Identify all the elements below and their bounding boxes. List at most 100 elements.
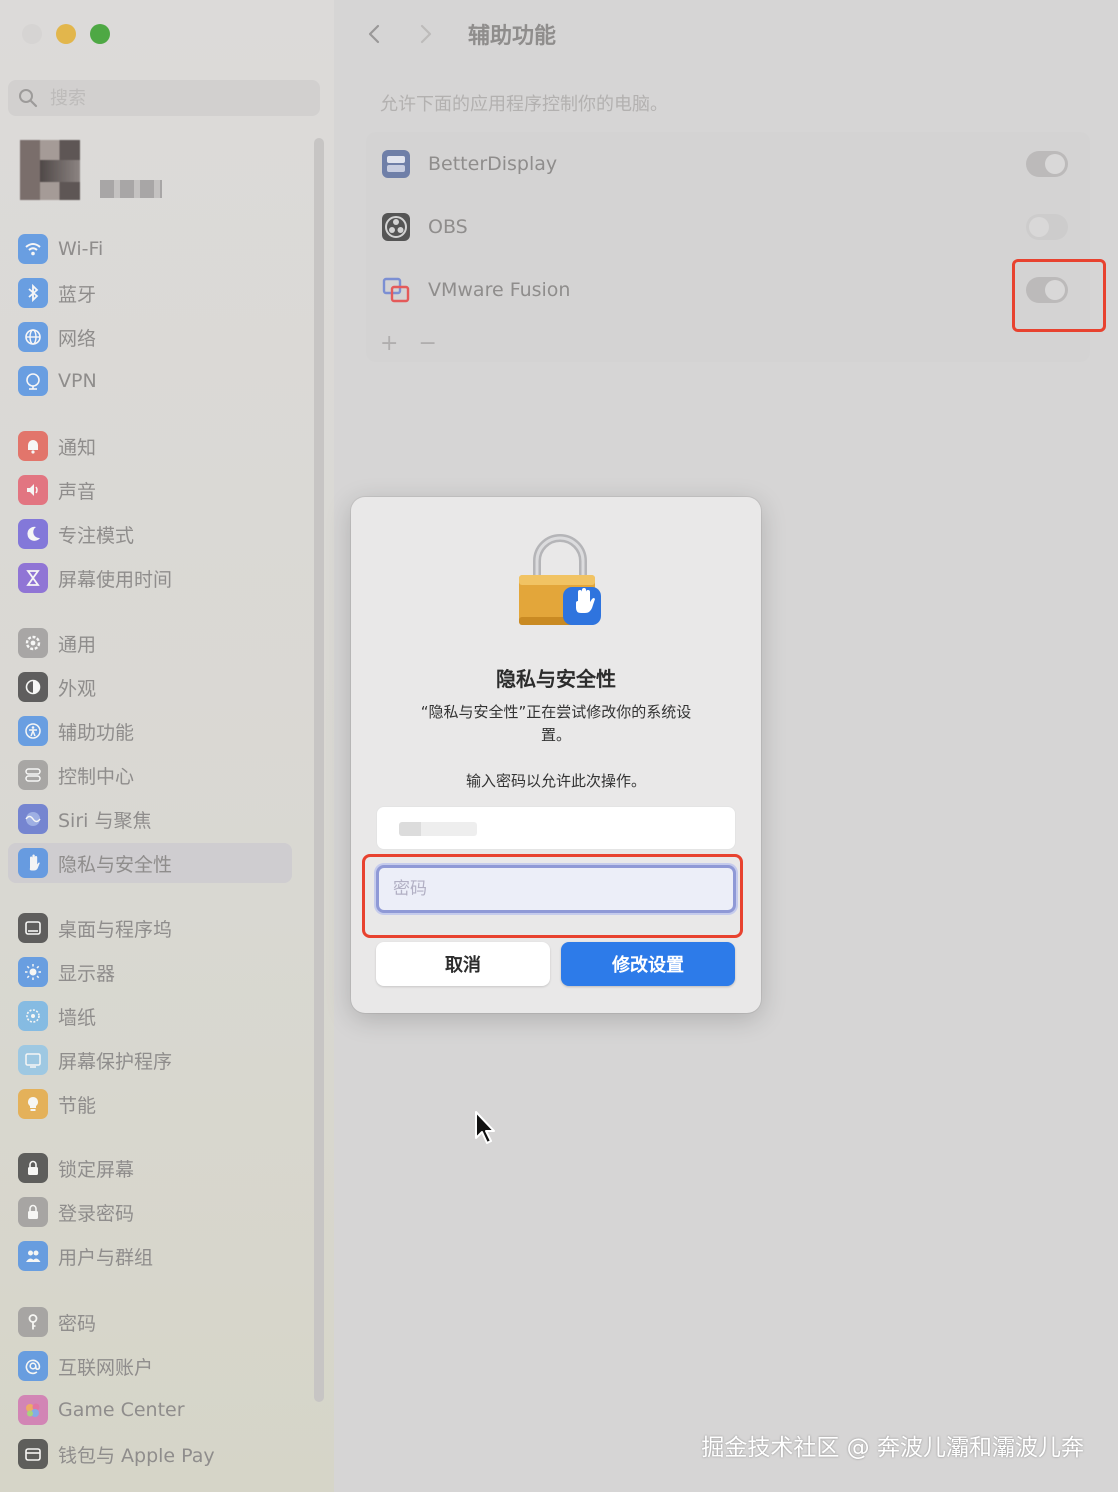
wallet-icon: [18, 1439, 48, 1469]
app-name: VMware Fusion: [428, 279, 571, 301]
lock-screen-icon: [18, 1153, 48, 1183]
sidebar-item-hourglass[interactable]: 屏幕使用时间: [8, 558, 292, 598]
mouse-pointer-icon: [475, 1111, 495, 1144]
sidebar-item-label: 通用: [58, 633, 97, 656]
apple-account-profile[interactable]: [20, 140, 280, 204]
padlock-hand-icon: [519, 534, 601, 625]
app-row: BetterDisplay: [380, 138, 1080, 190]
sidebar-item-label: Siri 与聚焦: [58, 809, 152, 832]
sidebar-item-hand[interactable]: 隐私与安全性: [8, 843, 292, 883]
sidebar-item-screensaver[interactable]: 屏幕保护程序: [8, 1040, 292, 1080]
sidebar-scrollbar[interactable]: [314, 138, 324, 1402]
speaker-icon: [18, 475, 48, 505]
sidebar-item-label: 节能: [58, 1094, 97, 1117]
avatar: [20, 140, 80, 200]
sidebar-item-vpn-globe[interactable]: VPN: [8, 361, 292, 401]
users-icon: [18, 1241, 48, 1271]
sidebar-item-globe[interactable]: 网络: [8, 317, 292, 357]
sidebar-item-label: 隐私与安全性: [58, 853, 173, 876]
sidebar-item-label: 屏幕保护程序: [58, 1050, 173, 1073]
lock-icon: [18, 1197, 48, 1227]
sidebar-item-moon[interactable]: 专注模式: [8, 514, 292, 554]
sidebar-item-label: 网络: [58, 327, 97, 350]
sidebar-item-label: 桌面与程序坞: [58, 918, 173, 941]
sidebar-item-bulb[interactable]: 节能: [8, 1084, 292, 1124]
sidebar-item-appearance[interactable]: 外观: [8, 667, 292, 707]
moon-icon: [18, 519, 48, 549]
sidebar-item-siri[interactable]: Siri 与聚焦: [8, 799, 292, 839]
sidebar-item-label: 外观: [58, 677, 97, 700]
page-description: 允许下面的应用程序控制你的电脑。: [380, 94, 668, 115]
sidebar-item-lock[interactable]: 登录密码: [8, 1192, 292, 1232]
sidebar-item-speaker[interactable]: 声音: [8, 470, 292, 510]
sidebar-item-game-center[interactable]: Game Center: [8, 1390, 292, 1430]
sidebar-item-gear[interactable]: 通用: [8, 623, 292, 663]
minimize-window-button[interactable]: [56, 24, 76, 44]
list-controls: + −: [380, 331, 437, 356]
sidebar-item-label: 密码: [58, 1312, 97, 1335]
sidebar-item-bluetooth[interactable]: 蓝牙: [8, 273, 292, 313]
close-window-button[interactable]: [22, 24, 42, 44]
forward-chevron-icon[interactable]: [414, 23, 436, 45]
sidebar-item-users[interactable]: 用户与群组: [8, 1236, 292, 1276]
vpn-globe-icon: [18, 366, 48, 396]
sidebar-item-label: 屏幕使用时间: [58, 568, 173, 591]
dialog-prompt: 输入密码以允许此次操作。: [465, 772, 646, 790]
sidebar-item-control-center[interactable]: 控制中心: [8, 755, 292, 795]
back-chevron-icon[interactable]: [364, 23, 386, 45]
sidebar-item-key[interactable]: 密码: [8, 1302, 292, 1342]
sidebar-item-lock-screen[interactable]: 锁定屏幕: [8, 1148, 292, 1188]
sidebar-item-wallet[interactable]: 钱包与 Apple Pay: [8, 1434, 292, 1474]
obs-icon: [380, 211, 412, 243]
app-toggle-betterdisplay[interactable]: [1026, 151, 1068, 177]
highlight-box-password: [362, 854, 743, 938]
sidebar-item-at[interactable]: 互联网账户: [8, 1346, 292, 1386]
app-row: OBS: [380, 201, 1080, 253]
sidebar-item-sun[interactable]: 显示器: [8, 952, 292, 992]
sidebar-item-wifi[interactable]: Wi-Fi: [8, 229, 292, 269]
app-row: VMware Fusion: [380, 264, 1080, 316]
siri-icon: [18, 804, 48, 834]
dialog-title: 隐私与安全性: [496, 667, 616, 691]
app-name: BetterDisplay: [428, 153, 558, 175]
sidebar-item-dock[interactable]: 桌面与程序坞: [8, 908, 292, 948]
search-input[interactable]: [50, 87, 290, 109]
sidebar-search[interactable]: [8, 80, 320, 116]
sidebar-item-label: 专注模式: [58, 524, 135, 547]
sidebar-item-label: 声音: [58, 480, 97, 503]
sidebar-item-label: 通知: [58, 436, 97, 459]
username-redacted: [399, 822, 477, 836]
sidebar-item-label: 登录密码: [58, 1202, 135, 1225]
profile-name-redacted: [100, 180, 162, 198]
sidebar-item-label: 锁定屏幕: [58, 1158, 135, 1181]
sidebar-item-label: 蓝牙: [58, 283, 97, 306]
sun-icon: [18, 957, 48, 987]
sidebar-item-wallpaper[interactable]: 墙纸: [8, 996, 292, 1036]
hand-icon: [18, 848, 48, 878]
cancel-button[interactable]: 取消: [376, 942, 550, 986]
hourglass-icon: [18, 563, 48, 593]
screensaver-icon: [18, 1045, 48, 1075]
app-toggle-obs[interactable]: [1026, 214, 1068, 240]
dock-icon: [18, 913, 48, 943]
search-icon: [19, 89, 38, 108]
sidebar: Wi-Fi 蓝牙网络 VPN 通知声音专注模式屏幕使用时间通用外观辅助功能控制中心 Si…: [0, 0, 334, 1492]
betterdisplay-icon: [380, 148, 412, 180]
sidebar-item-label: 显示器: [58, 962, 116, 985]
gear-icon: [18, 628, 48, 658]
game-center-icon: [18, 1395, 48, 1425]
maximize-window-button[interactable]: [90, 24, 110, 44]
bell-icon: [18, 431, 48, 461]
watermark: 掘金技术社区 @ 奔波儿灞和灞波儿奔: [701, 1435, 1084, 1461]
sidebar-item-label: 互联网账户: [58, 1356, 154, 1379]
add-app-button[interactable]: +: [380, 331, 398, 356]
sidebar-item-bell[interactable]: 通知: [8, 426, 292, 466]
sidebar-item-label: 辅助功能: [58, 721, 135, 744]
sidebar-item-label: 钱包与 Apple Pay: [58, 1444, 215, 1467]
wallpaper-icon: [18, 1001, 48, 1031]
remove-app-button[interactable]: −: [418, 331, 436, 356]
modify-settings-button[interactable]: 修改设置: [561, 942, 735, 986]
page-title: 辅助功能: [468, 24, 557, 49]
sidebar-item-label: 控制中心: [58, 765, 135, 788]
sidebar-item-accessibility[interactable]: 辅助功能: [8, 711, 292, 751]
